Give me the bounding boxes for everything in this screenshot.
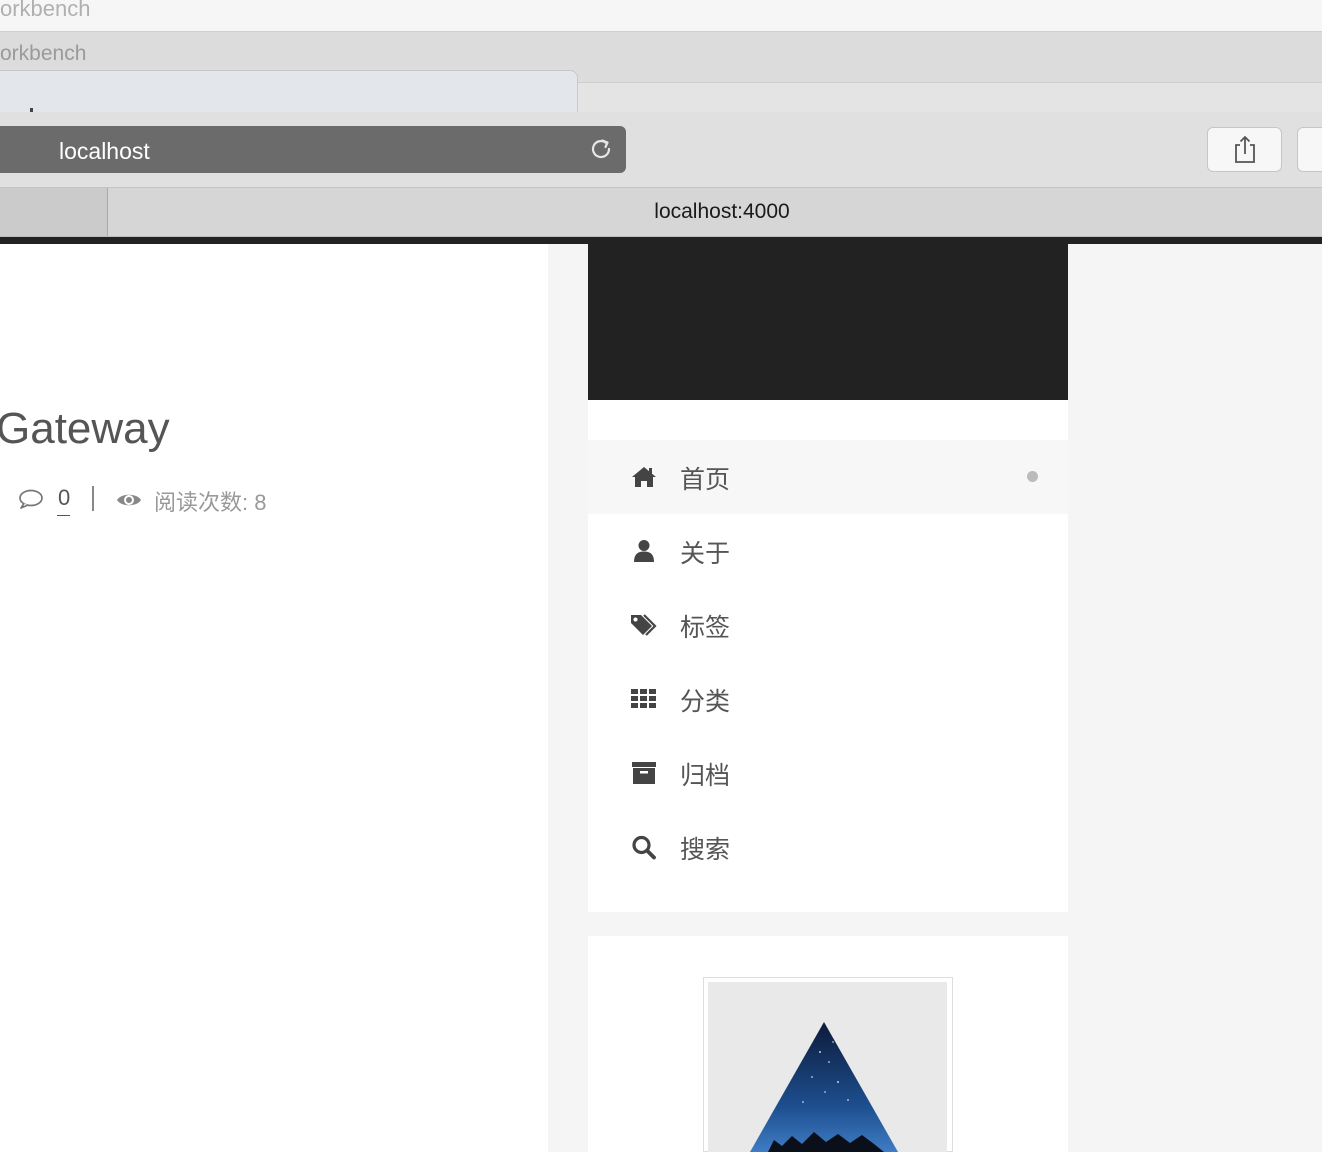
menu-item-about[interactable]: 关于 bbox=[588, 514, 1068, 588]
window-title-bar bbox=[0, 0, 1322, 32]
menu-item-archives[interactable]: 归档 bbox=[588, 736, 1068, 810]
search-icon bbox=[632, 835, 656, 860]
menu-label-tags: 标签 bbox=[680, 613, 731, 642]
post-title[interactable]: Gateway bbox=[0, 404, 170, 454]
tags-icon bbox=[631, 614, 657, 636]
menu-item-search[interactable]: 搜索 bbox=[588, 810, 1068, 884]
user-icon bbox=[634, 540, 654, 562]
eye-icon bbox=[117, 494, 141, 506]
address-text[interactable]: localhost bbox=[59, 138, 150, 165]
menu-item-tags[interactable]: 标签 bbox=[588, 588, 1068, 662]
avatar-image bbox=[708, 982, 947, 1152]
menu-label-categories: 分类 bbox=[680, 687, 731, 716]
comment-count-link[interactable]: 0 bbox=[57, 485, 71, 516]
active-tab[interactable] bbox=[0, 70, 578, 113]
window-title: orkbench bbox=[0, 0, 91, 21]
archive-icon bbox=[632, 762, 656, 784]
tab-strip-empty-area bbox=[577, 82, 1322, 112]
post-content-area bbox=[0, 244, 548, 1152]
menu-label-search: 搜索 bbox=[680, 835, 731, 864]
active-indicator-dot bbox=[1027, 471, 1038, 482]
th-icon bbox=[631, 689, 656, 708]
reload-icon[interactable] bbox=[588, 136, 614, 162]
menu-item-categories[interactable]: 分类 bbox=[588, 662, 1068, 736]
menu-label-home: 首页 bbox=[680, 465, 731, 494]
tab-strip-label: orkbench bbox=[0, 42, 87, 65]
menu-item-home[interactable]: 首页 bbox=[588, 440, 1068, 514]
share-icon bbox=[1235, 136, 1255, 163]
site-header-stripe bbox=[0, 237, 1322, 244]
sidebar-brand-block bbox=[588, 244, 1068, 400]
read-count: 阅读次数: 8 bbox=[154, 490, 267, 515]
tabs-overview-button[interactable] bbox=[1297, 127, 1322, 172]
avatar bbox=[708, 982, 947, 1152]
menu-label-archives: 归档 bbox=[680, 761, 731, 790]
meta-divider bbox=[92, 486, 94, 511]
comment-icon bbox=[19, 489, 43, 509]
menu-label-about: 关于 bbox=[680, 539, 731, 568]
current-tab-title[interactable]: localhost:4000 bbox=[0, 200, 1322, 224]
home-icon bbox=[632, 467, 656, 487]
